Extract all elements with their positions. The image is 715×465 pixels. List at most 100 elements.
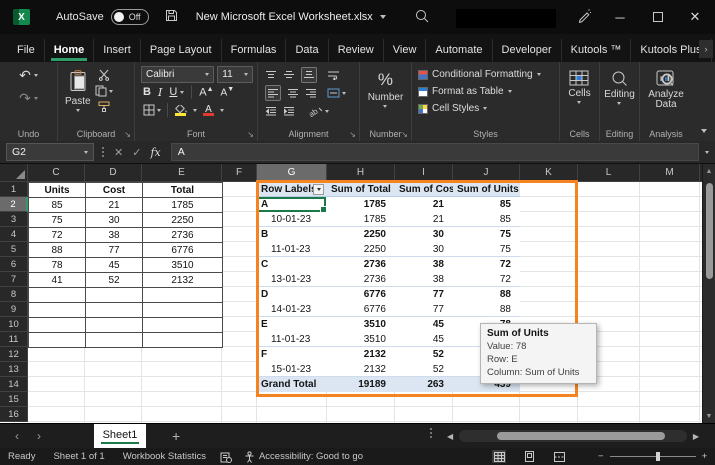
pivot-value-cell[interactable]: 6776 xyxy=(327,287,395,302)
source-empty-cell[interactable] xyxy=(143,318,223,333)
pivot-value-cell[interactable]: 263 xyxy=(395,377,453,392)
tab-developer[interactable]: Developer xyxy=(493,39,562,62)
pivot-value-cell[interactable]: 72 xyxy=(453,272,520,286)
column-header-G[interactable]: G xyxy=(257,164,327,182)
fill-color-button[interactable] xyxy=(174,105,187,116)
autosave-toggle[interactable]: Off xyxy=(111,9,149,25)
source-cell[interactable]: 77 xyxy=(86,243,143,258)
pivot-value-cell[interactable]: 85 xyxy=(453,197,520,212)
align-bottom-button[interactable] xyxy=(301,67,317,83)
horizontal-scrollbar[interactable]: ◀ ▶ xyxy=(447,428,699,444)
horizontal-scroll-track[interactable] xyxy=(459,430,687,442)
source-empty-cell[interactable] xyxy=(143,288,223,303)
pivot-row-d[interactable]: D67767788 xyxy=(257,287,520,302)
row-header-16[interactable]: 16 xyxy=(0,407,28,422)
pivot-value-cell[interactable]: 19189 xyxy=(327,377,395,392)
pivot-value-cell[interactable]: 88 xyxy=(453,302,520,316)
column-header-J[interactable]: J xyxy=(453,164,520,182)
pivot-value-cell[interactable]: 45 xyxy=(395,332,453,346)
font-color-button[interactable]: A xyxy=(203,105,214,116)
vertical-scrollbar[interactable]: ▲ ▼ xyxy=(702,164,715,423)
source-empty-cell[interactable] xyxy=(143,303,223,318)
row-header-14[interactable]: 14 xyxy=(0,377,28,392)
source-empty-cell[interactable] xyxy=(29,318,86,333)
clipboard-dialog-launcher[interactable]: ↘ xyxy=(124,131,131,139)
align-middle-button[interactable] xyxy=(283,70,295,80)
formula-input[interactable]: A xyxy=(171,143,699,161)
pivot-row-c[interactable]: C27363872 xyxy=(257,257,520,272)
grow-font-button[interactable]: A▲ xyxy=(199,86,213,99)
ribbon-tabs-overflow-button[interactable]: › xyxy=(699,40,713,58)
format-painter-button[interactable] xyxy=(95,101,113,113)
pivot-value-cell[interactable]: 30 xyxy=(395,242,453,256)
pivot-row-b[interactable]: B22503075 xyxy=(257,227,520,242)
tab-kutools-[interactable]: Kutools ™ xyxy=(562,39,632,62)
search-icon[interactable] xyxy=(414,8,430,27)
tab-automate[interactable]: Automate xyxy=(426,39,492,62)
pivot-value-cell[interactable]: 2250 xyxy=(327,242,395,256)
source-header-cell[interactable]: Cost xyxy=(86,183,143,198)
add-sheet-button[interactable]: + xyxy=(172,428,180,444)
pivot-value-cell[interactable]: 2250 xyxy=(327,227,395,242)
save-icon[interactable] xyxy=(165,9,178,25)
pivot-value-cell[interactable]: 75 xyxy=(453,242,520,256)
align-right-button[interactable] xyxy=(305,88,317,98)
minimize-button[interactable]: ─ xyxy=(603,0,637,34)
cell-styles-button[interactable]: Cell Styles xyxy=(412,100,559,117)
formula-bar-expand-icon[interactable] xyxy=(705,151,709,154)
orientation-button[interactable]: ab xyxy=(309,106,329,117)
tab-view[interactable]: View xyxy=(384,39,427,62)
column-header-E[interactable]: E xyxy=(142,164,222,182)
row-header-5[interactable]: 5 xyxy=(0,242,28,257)
pivot-value-cell[interactable]: 2736 xyxy=(327,257,395,272)
pivot-value-cell[interactable]: 21 xyxy=(395,197,453,212)
source-cell[interactable]: 72 xyxy=(29,228,86,243)
italic-button[interactable]: I xyxy=(158,86,162,99)
pivot-label-cell[interactable]: D xyxy=(257,287,327,302)
pivot-value-cell[interactable]: 1785 xyxy=(327,212,395,226)
source-cell[interactable]: 88 xyxy=(29,243,86,258)
document-title[interactable]: New Microsoft Excel Worksheet.xlsx xyxy=(196,11,386,23)
pivot-row-10-01-23[interactable]: 10-01-2317852185 xyxy=(257,212,520,227)
shrink-font-button[interactable]: A▼ xyxy=(221,86,235,98)
row-header-13[interactable]: 13 xyxy=(0,362,28,377)
source-empty-cell[interactable] xyxy=(86,318,143,333)
redo-button[interactable]: ↷ xyxy=(19,90,38,107)
source-empty-cell[interactable] xyxy=(86,333,143,348)
row-header-7[interactable]: 7 xyxy=(0,272,28,287)
pen-icon[interactable] xyxy=(576,8,592,27)
zoom-slider-track[interactable] xyxy=(610,456,696,457)
decrease-indent-button[interactable] xyxy=(265,106,277,116)
source-empty-cell[interactable] xyxy=(29,303,86,318)
close-button[interactable]: ✕ xyxy=(678,0,712,34)
source-data-table[interactable]: UnitsCostTotal85211785753022507238273688… xyxy=(28,182,223,348)
row-header-15[interactable]: 15 xyxy=(0,392,28,407)
column-header-I[interactable]: I xyxy=(395,164,453,182)
pivot-row-14-01-23[interactable]: 14-01-2367767788 xyxy=(257,302,520,317)
source-header-cell[interactable]: Units xyxy=(29,183,86,198)
pivot-value-cell[interactable]: 88 xyxy=(453,287,520,302)
source-empty-cell[interactable] xyxy=(143,333,223,348)
borders-button[interactable] xyxy=(143,104,161,116)
pivot-label-cell[interactable]: 10-01-23 xyxy=(257,212,327,226)
tabbar-divider-dots[interactable] xyxy=(430,432,432,434)
row-header-10[interactable]: 10 xyxy=(0,317,28,332)
ribbon-collapse-chevron-icon[interactable] xyxy=(701,129,707,133)
tab-data[interactable]: Data xyxy=(286,39,328,62)
font-color-chevron-icon[interactable] xyxy=(220,109,224,112)
source-empty-cell[interactable] xyxy=(86,288,143,303)
row-header-4[interactable]: 4 xyxy=(0,227,28,242)
pivot-value-cell[interactable]: 45 xyxy=(395,317,453,332)
conditional-formatting-button[interactable]: Conditional Formatting xyxy=(412,66,559,83)
source-cell[interactable]: 2132 xyxy=(143,273,223,288)
pivot-label-cell[interactable]: 11-01-23 xyxy=(257,242,327,256)
vertical-scroll-thumb[interactable] xyxy=(706,183,713,279)
source-cell[interactable]: 2250 xyxy=(143,213,223,228)
scroll-down-icon[interactable]: ▼ xyxy=(706,409,713,423)
pivot-value-cell[interactable]: 2132 xyxy=(327,347,395,362)
pivot-label-cell[interactable]: 15-01-23 xyxy=(257,362,327,376)
cancel-entry-icon[interactable]: ✕ xyxy=(114,146,123,159)
cut-button[interactable] xyxy=(95,69,113,81)
pivot-value-cell[interactable]: 52 xyxy=(395,347,453,362)
column-header-K[interactable]: K xyxy=(520,164,578,182)
